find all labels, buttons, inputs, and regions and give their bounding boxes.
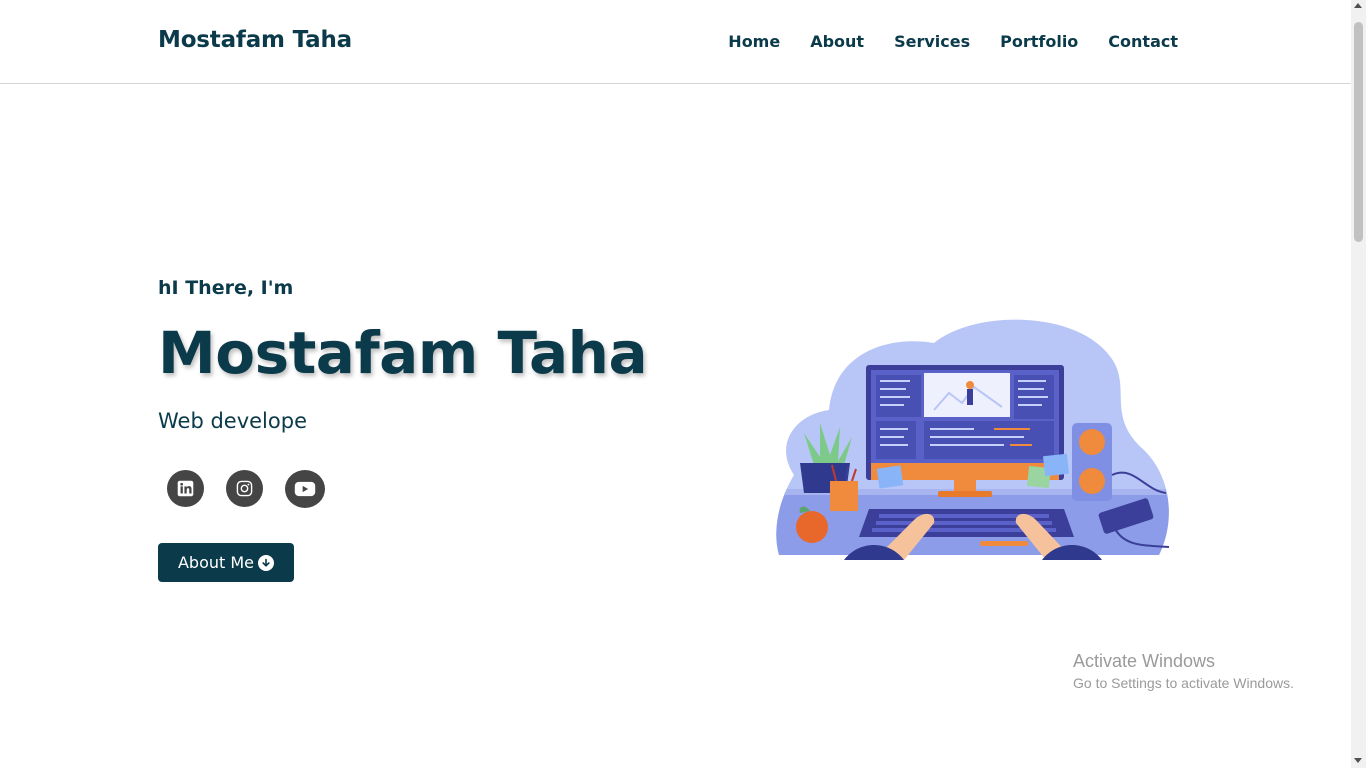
linkedin-link[interactable] xyxy=(167,470,204,507)
nav-portfolio-link[interactable]: Portfolio xyxy=(1000,32,1078,51)
social-links xyxy=(167,470,325,508)
instagram-icon xyxy=(236,480,253,497)
scroll-up-arrow-icon[interactable] xyxy=(1354,3,1362,8)
hero-greeting: hI There, I'm xyxy=(158,277,294,299)
nav-contact-link[interactable]: Contact xyxy=(1108,32,1178,51)
watermark-title: Activate Windows xyxy=(1073,651,1216,671)
brand-logo[interactable]: Mostafam Taha xyxy=(158,27,352,53)
youtube-icon xyxy=(294,481,316,497)
nav-menu: Home About Services Portfolio Contact xyxy=(728,32,1178,51)
scrollbar-thumb[interactable] xyxy=(1354,22,1363,242)
hero-text: hI There, I'm Mostafam Taha Web develope xyxy=(158,277,648,433)
about-me-button[interactable]: About Me xyxy=(158,543,294,582)
about-me-label: About Me xyxy=(177,553,255,572)
youtube-link[interactable] xyxy=(285,470,325,508)
watermark-subtitle: Go to Settings to activate Windows. xyxy=(1073,675,1294,691)
nav-services-link[interactable]: Services xyxy=(894,32,970,51)
hero-role: Web develope xyxy=(158,409,307,433)
hero-name: Mostafam Taha xyxy=(158,319,648,387)
nav-about-link[interactable]: About xyxy=(810,32,864,51)
windows-activation-watermark: Activate Windows Go to Settings to activ… xyxy=(1073,651,1294,691)
page-scrollbar[interactable] xyxy=(1351,0,1366,768)
navbar: Mostafam Taha Home About Services Portfo… xyxy=(0,0,1351,84)
nav-home-link[interactable]: Home xyxy=(728,32,780,51)
arrow-down-circle-icon xyxy=(258,554,275,571)
scroll-down-arrow-icon[interactable] xyxy=(1354,758,1362,763)
linkedin-icon xyxy=(177,480,194,497)
instagram-link[interactable] xyxy=(226,470,263,507)
developer-desk-illustration xyxy=(776,319,1170,560)
hero-illustration xyxy=(774,315,1172,560)
